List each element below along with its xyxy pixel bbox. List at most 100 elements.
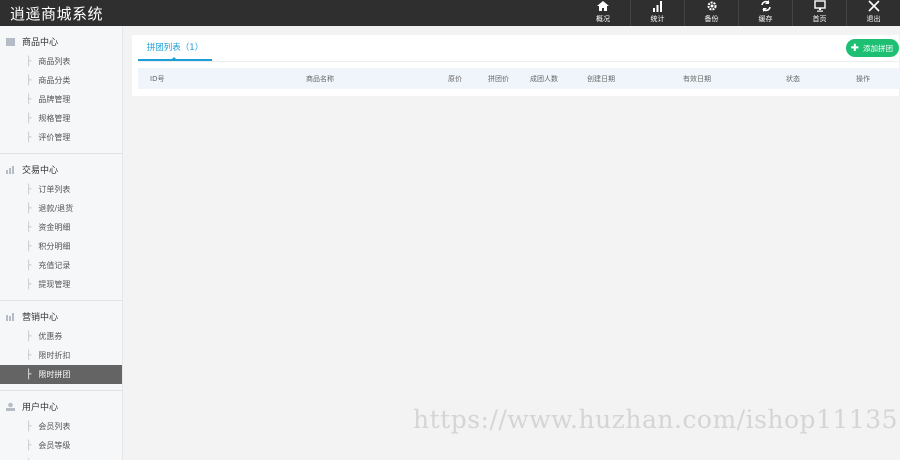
nav-gear[interactable]: 备份 <box>684 0 738 26</box>
gear-icon <box>707 1 716 11</box>
section-title: 营销中心 <box>22 312 59 323</box>
sidebar-item[interactable]: ├ 资金明细 <box>0 218 122 237</box>
sidebar-item-label: 退款/退货 <box>38 204 74 213</box>
sidebar: 商品中心 ├ 商品列表 ├ 商品分类 ├ 品牌管理 ├ 规格管理 ├ 评价管理 交易中心 ├ 订单列表 ├ 退… <box>0 26 123 460</box>
sidebar-item[interactable]: ├ 商品分类 <box>0 71 122 90</box>
home-icon <box>597 1 609 11</box>
sidebar-item-label: 提现管理 <box>38 280 71 289</box>
sidebar-item-label: 会员等级 <box>38 441 71 450</box>
sidebar-item[interactable]: ├ 规格管理 <box>0 109 122 128</box>
nav-label: 退出 <box>866 15 881 23</box>
user-icon <box>6 402 15 411</box>
nav-refresh[interactable]: 缓存 <box>738 0 792 26</box>
sidebar-item[interactable]: ├ 积分明细 <box>0 237 122 256</box>
sidebar-item-label: 限时折扣 <box>38 351 71 360</box>
sidebar-item[interactable]: ├管理帐号 <box>0 455 122 460</box>
column-header: 原价 <box>448 75 462 83</box>
sidebar-item[interactable]: ├ 品牌管理 <box>0 90 122 109</box>
nav-label: 备份 <box>704 15 719 23</box>
sidebar-item-label: 订单列表 <box>38 185 71 194</box>
sidebar-section-header[interactable]: 用户中心 <box>0 395 122 417</box>
close-icon <box>867 0 880 12</box>
nav-label: 缓存 <box>758 15 773 23</box>
section-title: 交易中心 <box>22 165 59 176</box>
column-header: 操作 <box>856 75 870 83</box>
tree-branch-icon: ├ <box>26 75 32 86</box>
tab-group-list[interactable]: 拼团列表（1） <box>138 35 212 61</box>
column-header: ID号 <box>150 75 165 83</box>
section-title: 用户中心 <box>22 402 59 413</box>
sidebar-item[interactable]: ├ 提现管理 <box>0 275 122 294</box>
tree-branch-icon: ├ <box>26 279 32 290</box>
add-group-button[interactable]: ✚ 添加拼团 <box>845 39 899 57</box>
tree-branch-icon: ├ <box>26 369 32 380</box>
tree-branch-icon: ├ <box>26 203 32 214</box>
nav-label: 概况 <box>596 15 610 23</box>
nav-close[interactable]: 退出 <box>846 0 900 26</box>
column-header: 状态 <box>786 75 800 83</box>
sidebar-item-label: 会员列表 <box>38 422 71 431</box>
tree-branch-icon: ├ <box>26 56 32 67</box>
watermark: https://www.huzhan.com/ishop11135 <box>413 405 899 434</box>
sidebar-item[interactable]: ├ 订单列表 <box>0 180 122 199</box>
sidebar-item[interactable]: ├ 会员列表 <box>0 417 122 436</box>
plus-icon: ✚ <box>850 42 859 54</box>
nav-bar-chart[interactable]: 统计 <box>630 0 684 26</box>
bar-chart-icon <box>652 1 662 12</box>
sidebar-item-label: 品牌管理 <box>38 95 71 104</box>
tree-branch-icon: ├ <box>26 260 32 271</box>
sidebar-section: 交易中心 ├ 订单列表 ├ 退款/退货 ├ 资金明细 ├ 积分明细 ├ 充值记录 ├ 提现管理 <box>0 154 122 301</box>
column-header: 成团人数 <box>530 75 558 83</box>
sidebar-section-header[interactable]: 商品中心 <box>0 30 122 52</box>
sidebar-item[interactable]: ├ 充值记录 <box>0 256 122 275</box>
tree-branch-icon: ├ <box>26 94 32 105</box>
sidebar-item-label: 限时拼团 <box>38 370 71 379</box>
sidebar-item-label: 充值记录 <box>38 261 71 270</box>
top-nav: 概况 统计 备份 缓存 首页 退出 <box>576 0 900 26</box>
sidebar-item[interactable]: ├ 会员等级 <box>0 436 122 455</box>
content-panel: 拼团列表（1） ✚ 添加拼团 ID号 商品名称 原价 拼团价 成团人数 创建日期 有效日期 状… <box>132 35 899 96</box>
box-icon <box>6 37 15 46</box>
nav-label: 首页 <box>812 15 827 23</box>
table-header: ID号 商品名称 原价 拼团价 成团人数 创建日期 有效日期 状态 操作 <box>138 68 899 89</box>
sidebar-item-label: 商品分类 <box>38 76 71 85</box>
chart-icon <box>6 312 14 321</box>
tab-divider <box>138 61 899 62</box>
column-header: 商品名称 <box>306 75 334 83</box>
sidebar-section: 营销中心 ├ 优惠券 ├ 限时折扣 ├ 限时拼团 <box>0 301 122 391</box>
sidebar-item-label: 评价管理 <box>38 133 71 142</box>
tree-branch-icon: ├ <box>26 331 32 342</box>
tree-branch-icon: ├ <box>26 184 32 195</box>
nav-monitor[interactable]: 首页 <box>792 0 846 26</box>
sidebar-item[interactable]: ├ 限时拼团 <box>0 365 122 384</box>
sidebar-item[interactable]: ├ 商品列表 <box>0 52 122 71</box>
sidebar-item[interactable]: ├ 限时折扣 <box>0 346 122 365</box>
nav-home[interactable]: 概况 <box>576 0 630 26</box>
sidebar-item[interactable]: ├ 评价管理 <box>0 128 122 147</box>
sidebar-section-header[interactable]: 交易中心 <box>0 158 122 180</box>
sidebar-section: 用户中心 ├ 会员列表 ├ 会员等级 ├管理帐号 <box>0 391 122 460</box>
tree-branch-icon: ├ <box>26 440 32 451</box>
sidebar-item-label: 规格管理 <box>38 114 71 123</box>
sidebar-item-label: 积分明细 <box>38 242 71 251</box>
sidebar-item[interactable]: ├ 退款/退货 <box>0 199 122 218</box>
section-title: 商品中心 <box>22 37 59 48</box>
tree-branch-icon: ├ <box>26 421 32 432</box>
sidebar-item-label: 资金明细 <box>38 223 71 232</box>
sidebar-section-header[interactable]: 营销中心 <box>0 305 122 327</box>
sidebar-item-label: 商品列表 <box>38 57 71 66</box>
monitor-icon <box>813 0 826 12</box>
tree-branch-icon: ├ <box>26 350 32 361</box>
column-header: 拼团价 <box>488 75 509 83</box>
column-header: 有效日期 <box>683 75 711 83</box>
top-bar: 逍遥商城系统 概况 统计 备份 缓存 首页 退出 <box>0 0 900 26</box>
nav-label: 统计 <box>650 15 665 23</box>
sidebar-section: 商品中心 ├ 商品列表 ├ 商品分类 ├ 品牌管理 ├ 规格管理 ├ 评价管理 <box>0 26 122 154</box>
tree-branch-icon: ├ <box>26 113 32 124</box>
refresh-icon <box>760 0 771 12</box>
column-header: 创建日期 <box>587 75 615 83</box>
bar-chart-icon <box>6 165 14 174</box>
app-title: 逍遥商城系统 <box>10 5 104 23</box>
tree-branch-icon: ├ <box>26 222 32 233</box>
sidebar-item[interactable]: ├ 优惠券 <box>0 327 122 346</box>
